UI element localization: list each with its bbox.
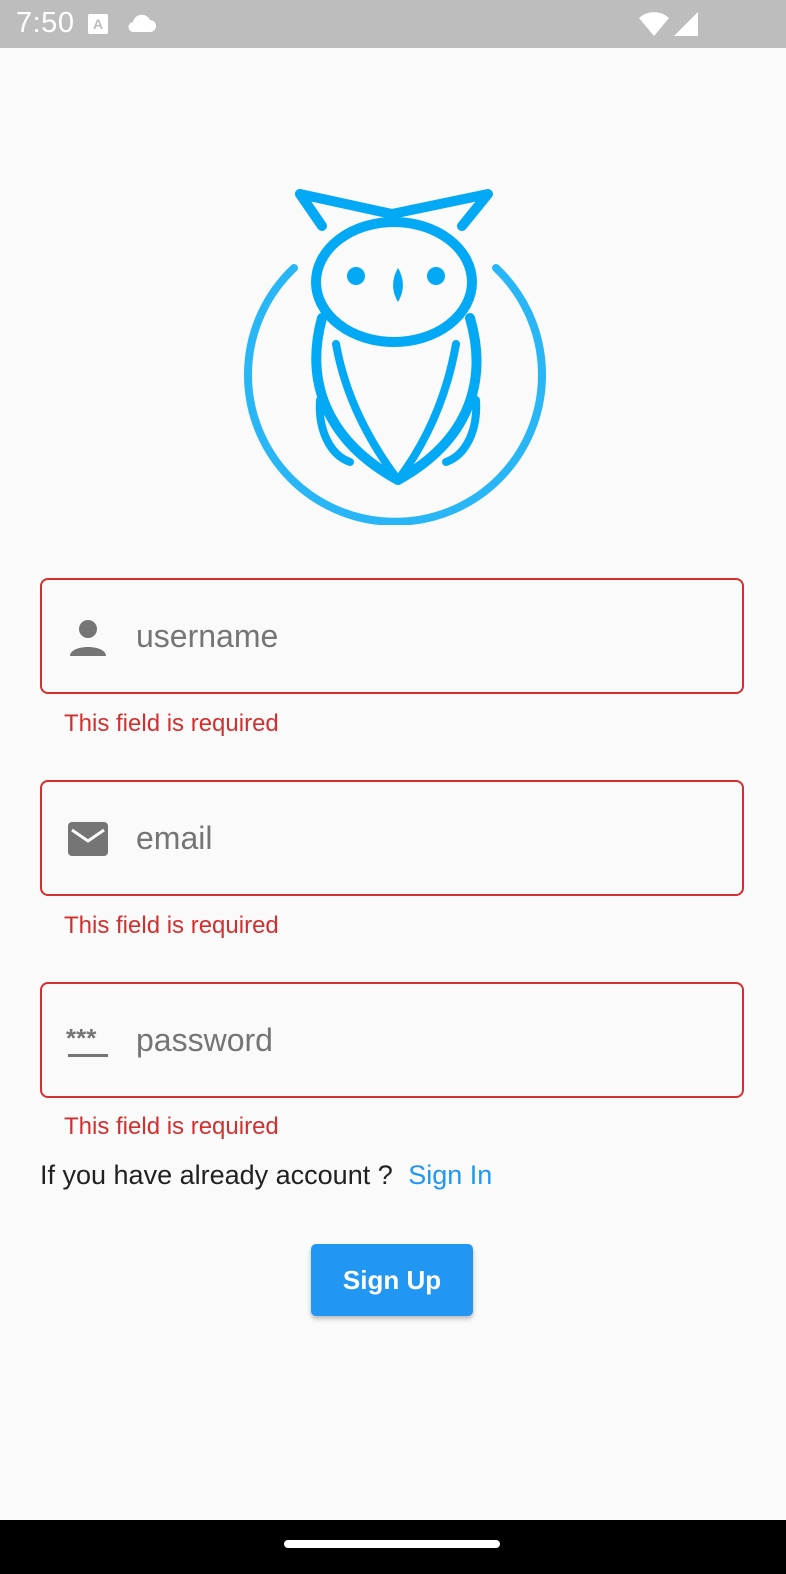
home-gesture-bar[interactable] [284,1540,500,1548]
username-field[interactable] [40,578,744,694]
text-notification-icon: A [88,14,108,34]
signin-link[interactable]: Sign In [408,1160,492,1190]
username-error: This field is required [64,710,279,737]
signup-button[interactable]: Sign Up [311,1244,473,1316]
username-input[interactable] [136,580,726,692]
email-field[interactable] [40,780,744,896]
person-icon [70,620,106,656]
status-time: 7:50 [16,7,75,39]
signal-icon [674,12,698,36]
cloud-icon [128,14,156,33]
signin-prompt: If you have already account ? [40,1160,393,1190]
wifi-icon [639,12,669,37]
mail-icon [68,822,108,856]
navigation-bar [0,1520,786,1574]
svg-text:***: *** [66,1023,97,1053]
email-input[interactable] [136,782,726,894]
signin-row: If you have already account ? Sign In [40,1160,492,1191]
status-bar: 7:50 A [0,0,786,48]
password-input[interactable] [136,984,726,1096]
password-icon: *** [66,1023,108,1057]
owl-logo [244,189,546,525]
password-field[interactable]: *** [40,982,744,1098]
password-error: This field is required [64,1113,279,1140]
email-error: This field is required [64,912,279,939]
